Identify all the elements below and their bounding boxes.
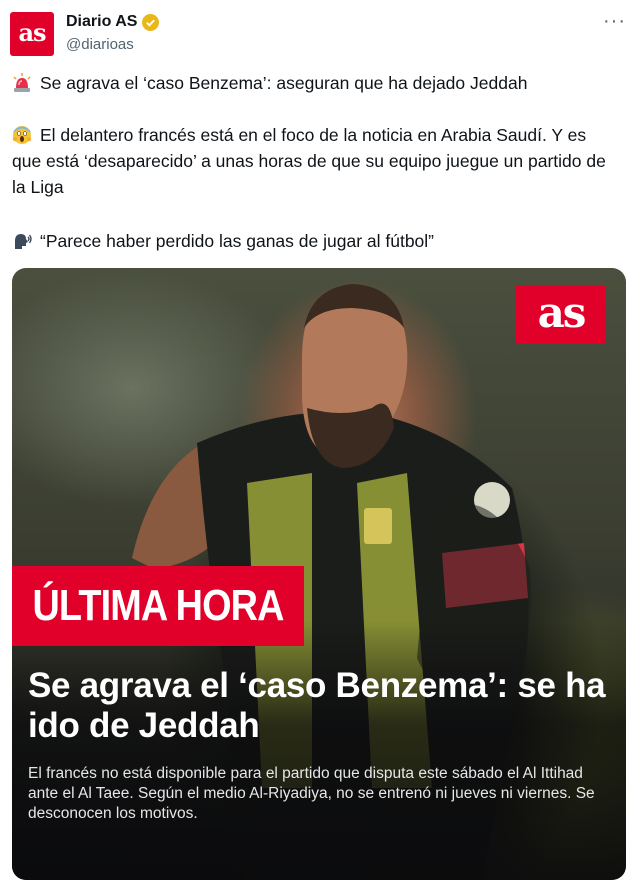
breaking-news-label: ÚLTIMA HORA — [32, 581, 284, 630]
as-logo: as — [516, 286, 606, 344]
siren-emoji-icon — [12, 73, 32, 93]
bottom-shade — [12, 620, 626, 880]
speaking-head-emoji-icon — [12, 231, 32, 251]
tweet-line-3: “Parece haber perdido las ganas de jugar… — [12, 228, 620, 254]
tweet-header: as Diario AS @diarioas ··· — [10, 10, 630, 60]
card-subtext: El francés no está disponible para el pa… — [28, 765, 595, 822]
card-headline: Se agrava el ‘caso Benzema’: se ha ido d… — [28, 666, 606, 745]
tweet-text-line-3: “Parece haber perdido las ganas de jugar… — [40, 231, 434, 251]
screaming-face-emoji-icon — [12, 125, 32, 145]
avatar[interactable]: as — [10, 12, 54, 56]
tweet-line-1: Se agrava el ‘caso Benzema’: aseguran qu… — [12, 70, 620, 96]
article-card[interactable]: as ÚLTIMA HORA Se agrava el ‘caso Benzem… — [12, 268, 626, 880]
display-name[interactable]: Diario AS — [66, 13, 137, 31]
handle[interactable]: @diarioas — [66, 36, 134, 53]
tweet-text-line-1: Se agrava el ‘caso Benzema’: aseguran qu… — [40, 73, 528, 93]
tweet-line-2: El delantero francés está en el foco de … — [12, 122, 620, 200]
breaking-news-banner: ÚLTIMA HORA — [12, 566, 304, 646]
avatar-logo-text: as — [18, 18, 46, 47]
name-row: Diario AS — [66, 13, 160, 31]
tweet-text-line-2: El delantero francés está en el foco de … — [12, 125, 606, 197]
more-options-button[interactable]: ··· — [603, 10, 626, 33]
verified-badge-icon — [142, 13, 160, 31]
as-logo-text: as — [537, 287, 587, 337]
